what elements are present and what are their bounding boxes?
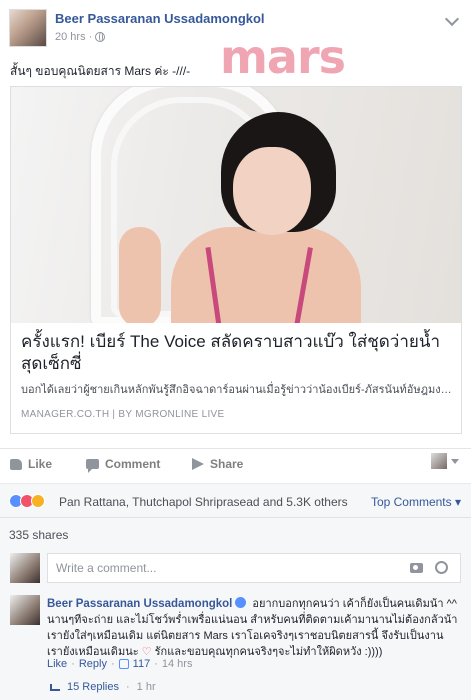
share-arrow-icon: [192, 458, 204, 470]
wow-reaction-icon[interactable]: [31, 494, 45, 508]
viewer-comment-avatar: [10, 553, 40, 583]
share-button[interactable]: Share: [192, 457, 243, 471]
replies-time: 1 hr: [136, 681, 156, 693]
like-label: Like: [28, 457, 53, 471]
comment-label: Comment: [105, 457, 161, 471]
chevron-down-icon[interactable]: [444, 11, 460, 27]
commenter-avatar[interactable]: [10, 595, 40, 625]
author-avatar[interactable]: [9, 9, 47, 47]
post-actions-bar: Like Comment Share: [0, 448, 471, 478]
body-shape: [171, 227, 361, 323]
arm-shape: [119, 227, 161, 323]
post-text: สั้นๆ ขอบคุณนิตยสาร Mars ค่ะ -///-: [10, 64, 191, 78]
comment-thread: Beer Passaranan Ussadamongkol อยากบอกทุก…: [0, 587, 471, 700]
heart-icon: ♡: [141, 646, 152, 658]
sticker-icon[interactable]: [435, 561, 448, 574]
camera-icon[interactable]: [410, 563, 423, 573]
comment-like-count[interactable]: 117: [133, 658, 151, 670]
share-label: Share: [210, 457, 244, 471]
shares-row: 335 shares: [0, 517, 471, 547]
link-title[interactable]: ครั้งแรก! เบียร์ The Voice สลัดคราบสาวแบ…: [21, 331, 453, 375]
comment-actions: Like · Reply · 117 · 14 hrs: [47, 658, 192, 670]
shares-count[interactable]: 335 shares: [9, 528, 68, 542]
comment-reply-link[interactable]: Reply: [79, 658, 107, 670]
post-meta: 20 hrs ·: [55, 31, 106, 43]
reply-arrow-icon: [50, 683, 60, 691]
mars-logo: mars: [220, 30, 346, 84]
like-count-icon: [118, 659, 129, 669]
comment-box-row: [0, 547, 471, 587]
comment-time[interactable]: 14 hrs: [162, 658, 193, 670]
comment-like-link[interactable]: Like: [47, 658, 67, 670]
speech-bubble-icon: [86, 459, 99, 473]
link-preview-card[interactable]: ครั้งแรก! เบียร์ The Voice สลัดคราบสาวแบ…: [10, 86, 462, 434]
reactions-bar: Pan Rattana, Thutchapol Shriprasead and …: [0, 483, 471, 517]
like-button[interactable]: Like: [10, 457, 52, 471]
caret-down-icon[interactable]: [451, 459, 459, 464]
thumbs-up-icon: [10, 458, 22, 470]
top-comments-dropdown[interactable]: Top Comments ▾: [371, 495, 461, 509]
link-description: บอกได้เลยว่าผู้ชายเกินหลักพันรู้สึกอิจฉา…: [21, 384, 453, 396]
comment-text-end: รักและขอบคุณทุกคนจริงๆจะไม่ทำให้ผิดหวัง …: [154, 646, 383, 658]
comment-dot-1: ·: [71, 658, 75, 670]
comment-author[interactable]: Beer Passaranan Ussadamongkol: [47, 598, 232, 610]
comment-body: Beer Passaranan Ussadamongkol อยากบอกทุก…: [47, 596, 459, 660]
comment-button[interactable]: Comment: [86, 457, 161, 473]
replies-link[interactable]: 15 Replies: [67, 681, 119, 693]
link-source: MANAGER.CO.TH | BY MGRONLINE LIVE: [21, 409, 225, 420]
author-name[interactable]: Beer Passaranan Ussadamongkol: [55, 11, 265, 26]
replies-dot: ·: [125, 681, 130, 693]
comment-dot-3: ·: [154, 658, 158, 670]
meta-separator: ·: [88, 31, 93, 43]
globe-icon: [95, 32, 106, 42]
post-time[interactable]: 20 hrs: [55, 31, 86, 43]
comment-input[interactable]: [47, 553, 461, 583]
verified-badge-icon: [235, 597, 247, 608]
reactors-summary[interactable]: Pan Rattana, Thutchapol Shriprasead and …: [59, 495, 348, 509]
comment-dot-2: ·: [110, 658, 115, 670]
viewer-avatar[interactable]: [431, 453, 447, 469]
replies-row: 15 Replies · 1 hr: [50, 681, 156, 693]
face-shape: [233, 147, 311, 235]
link-preview-image[interactable]: [11, 87, 461, 323]
